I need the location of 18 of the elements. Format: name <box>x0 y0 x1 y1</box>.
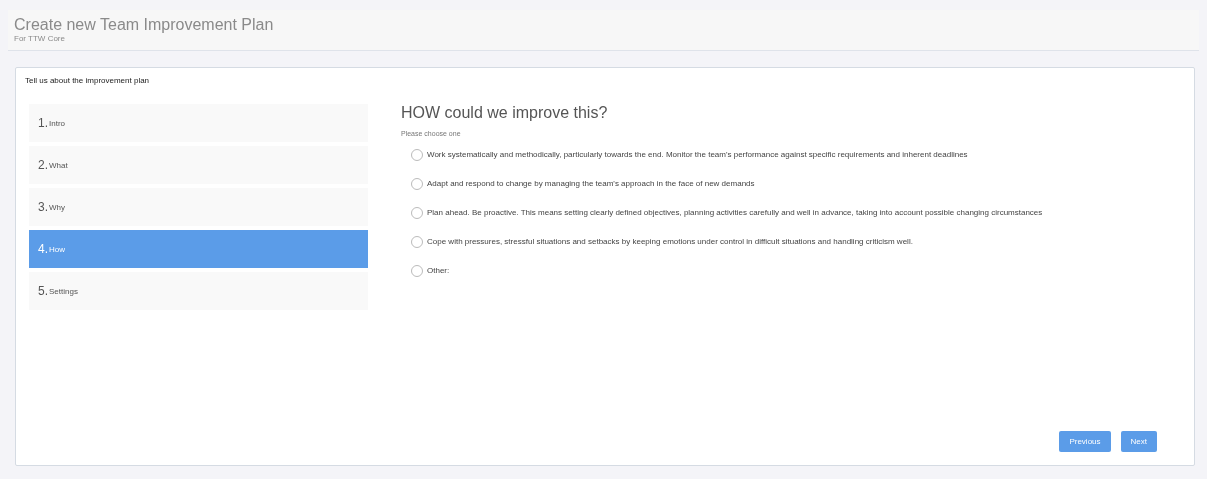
option-label: Other: <box>427 264 450 277</box>
option-label: Plan ahead. Be proactive. This means setting clearly defined objectives, planning activities carefully and well in advance, taking into account possible changing circumstances <box>427 206 1043 219</box>
page-subtitle: For TTW Core <box>14 34 66 43</box>
option-label: Work systematically and methodically, particularly towards the end. Monitor the team's performance against specific requirements and inherent deadlines <box>427 148 968 161</box>
radio-button[interactable] <box>411 206 423 219</box>
step-item[interactable]: 5.Settings <box>29 272 368 310</box>
option-label: Adapt and respond to change by managing the team's approach in the face of new demands <box>427 177 755 190</box>
radio-button[interactable] <box>411 235 423 248</box>
question-heading: HOW could we improve this? <box>401 104 609 122</box>
option-label: Cope with pressures, stressful situations and setbacks by keeping emotions under control in difficult situations and handling criticism well. <box>427 235 913 248</box>
page-title: Create new Team Improvement Plan <box>14 16 275 34</box>
step-item[interactable]: 2.What <box>29 146 368 184</box>
radio-button[interactable] <box>411 148 423 161</box>
radio-button[interactable] <box>411 177 423 190</box>
card-title: Tell us about the improvement plan <box>25 76 151 86</box>
radio-button[interactable] <box>411 264 423 277</box>
step-item[interactable]: 3.Why <box>29 188 368 226</box>
step-item[interactable]: 1.Intro <box>29 104 368 142</box>
